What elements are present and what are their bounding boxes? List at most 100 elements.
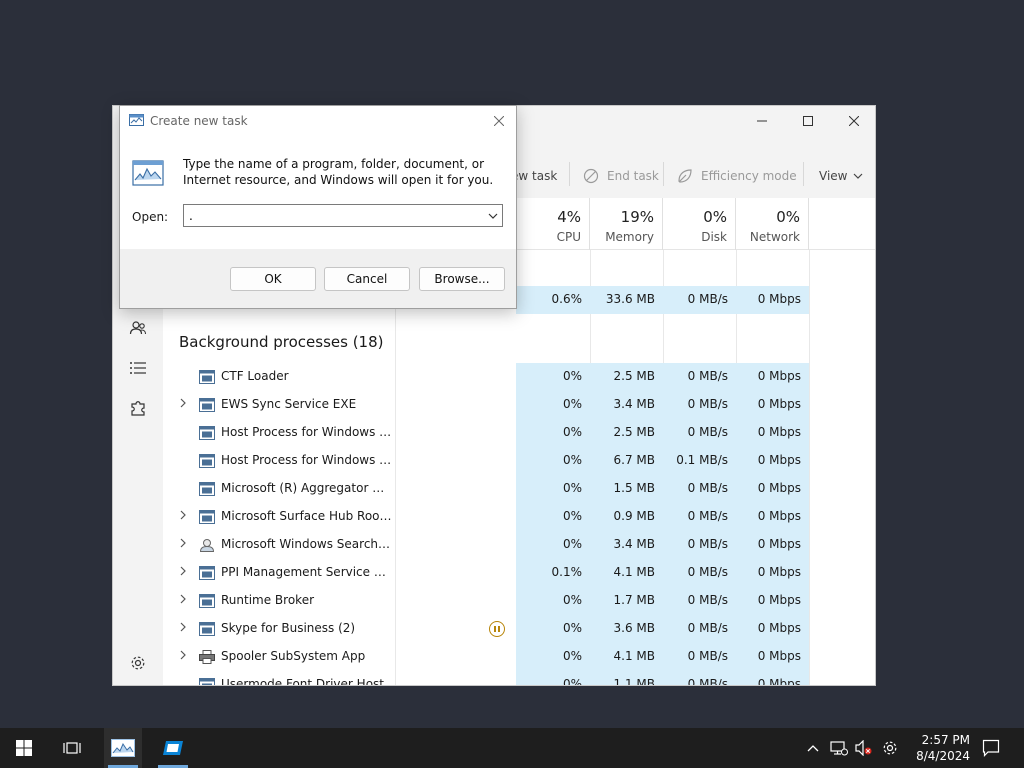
expand-chevron-icon[interactable] [179,594,189,608]
disk-cell: 0 MB/s [663,671,736,685]
memory-cell: 0.9 MB [590,503,663,531]
taskbar-task-manager[interactable] [104,728,142,768]
run-program-icon [132,160,164,186]
expand-chevron-icon[interactable] [179,510,189,524]
memory-cell: 4.1 MB [590,559,663,587]
dialog-close-button[interactable] [488,110,510,132]
efficiency-mode-label: Efficiency mode [701,169,797,183]
expand-chevron-icon[interactable] [179,398,189,412]
process-name: Microsoft Surface Hub Room ... [221,509,393,523]
table-row[interactable]: PPI Management Service EXE 0.1% 4.1 MB 0 MB… [163,559,809,587]
table-row[interactable]: Microsoft (R) Aggregator Host 0% 1.5 MB 0 M… [163,475,809,503]
column-header-memory[interactable]: 19% Memory [590,198,663,250]
column-header-network[interactable]: 0% Network [736,198,809,250]
process-name: Spooler SubSystem App [221,649,366,663]
expand-chevron-icon[interactable] [179,538,189,552]
cpu-total: 4% [557,208,581,226]
show-hidden-icons-button[interactable] [807,728,819,768]
chevron-up-icon [807,745,819,752]
memory-cell: 1.5 MB [590,475,663,503]
app-window-icon [199,398,215,412]
disk-cell: 0 MB/s [663,475,736,503]
minimize-button[interactable] [739,106,785,136]
taskbar-app-remote-desktop[interactable] [154,728,192,768]
settings-tray-button[interactable] [882,728,898,768]
expand-chevron-icon[interactable] [179,566,189,580]
nav-details[interactable] [125,355,151,381]
dialog-body: Type the name of a program, folder, docu… [120,136,516,249]
process-name: Skype for Business (2) [221,621,356,635]
disk-cell: 0 MB/s [663,587,736,615]
network-cell: 0 Mbps [736,559,809,587]
clock-button[interactable]: 2:57 PM 8/4/2024 [916,732,970,764]
table-row[interactable]: Spooler SubSystem App 0% 4.1 MB 0 MB/s 0 Mbp… [163,643,809,671]
network-tray-button[interactable] [830,728,848,768]
view-menu-button[interactable]: View [819,156,863,196]
toolbar-divider [663,162,664,186]
chevron-down-icon [854,173,863,179]
network-cell: 0 Mbps [736,503,809,531]
open-combobox-input[interactable] [183,204,503,227]
table-row[interactable]: CTF Loader 0% 2.5 MB 0 MB/s 0 Mbps [163,363,809,391]
app-window-icon [199,594,215,608]
table-row[interactable]: Usermode Font Driver Host 0% 1.1 MB 0 MB/s 0… [163,671,809,685]
table-row[interactable]: Skype for Business (2) 0% 3.6 MB 0 MB/s 0 Mb… [163,615,809,643]
cpu-cell: 0% [516,503,590,531]
app-window-icon [199,566,215,580]
chevron-down-icon[interactable] [486,209,500,223]
table-row[interactable]: Host Process for Windows Tasks 0% 6.7 MB 0.… [163,447,809,475]
app-window-icon [199,678,215,685]
view-label: View [819,169,848,183]
table-row[interactable]: EWS Sync Service EXE 0% 3.4 MB 0 MB/s 0 Mbps [163,391,809,419]
browse-button[interactable]: Browse... [419,267,505,291]
app-window-icon [199,426,215,440]
disk-cell: 0 MB/s [663,363,736,391]
app-window-icon [199,622,215,636]
cpu-cell: 0% [516,671,590,685]
column-header-disk[interactable]: 0% Disk [663,198,736,250]
table-row[interactable]: Microsoft Surface Hub Room ... 0% 0.9 MB 0 … [163,503,809,531]
nav-users[interactable] [125,315,151,341]
cancel-button[interactable]: Cancel [324,267,410,291]
disk-cell: 0 MB/s [663,286,736,314]
cpu-cell: 0% [516,447,590,475]
ok-button[interactable]: OK [230,267,316,291]
memory-cell: 2.5 MB [590,419,663,447]
expand-chevron-icon[interactable] [179,650,189,664]
task-view-button[interactable] [56,728,88,768]
maximize-button[interactable] [785,106,831,136]
column-header-cpu[interactable]: 4% CPU [516,198,590,250]
notifications-button[interactable] [982,728,1000,768]
cpu-cell: 0% [516,615,590,643]
nav-settings[interactable] [125,650,151,676]
open-label: Open: [132,210,169,224]
memory-cell: 4.1 MB [590,643,663,671]
run-new-task-button[interactable]: ew task [511,156,557,196]
search-user-icon [199,538,215,552]
details-list-icon [130,362,146,374]
volume-tray-button[interactable] [855,728,873,768]
clock-date: 8/4/2024 [916,749,970,763]
process-name: PPI Management Service EXE [221,565,393,579]
end-task-button[interactable]: End task [583,156,659,196]
table-row[interactable]: Host Process for Windows Tasks 0% 2.5 MB 0 … [163,419,809,447]
efficiency-mode-button[interactable]: Efficiency mode [677,156,797,196]
memory-cell: 6.7 MB [590,447,663,475]
disk-cell: 0 MB/s [663,531,736,559]
gear-icon [883,741,897,755]
disk-total: 0% [703,208,727,226]
cpu-cell: 0.1% [516,559,590,587]
process-name: Microsoft Windows Search In... [221,537,393,551]
nav-services[interactable] [125,395,151,421]
table-row[interactable]: Microsoft Windows Search In... 0% 3.4 MB 0 … [163,531,809,559]
app-window-icon [199,454,215,468]
clock-time: 2:57 PM [921,733,970,747]
close-icon [494,116,504,126]
expand-chevron-icon[interactable] [179,622,189,636]
close-button[interactable] [831,106,875,136]
table-row[interactable]: Runtime Broker 0% 1.7 MB 0 MB/s 0 Mbps [163,587,809,615]
disk-cell: 0 MB/s [663,559,736,587]
printer-icon [199,650,215,664]
disk-cell: 0.1 MB/s [663,447,736,475]
start-button[interactable] [8,728,40,768]
